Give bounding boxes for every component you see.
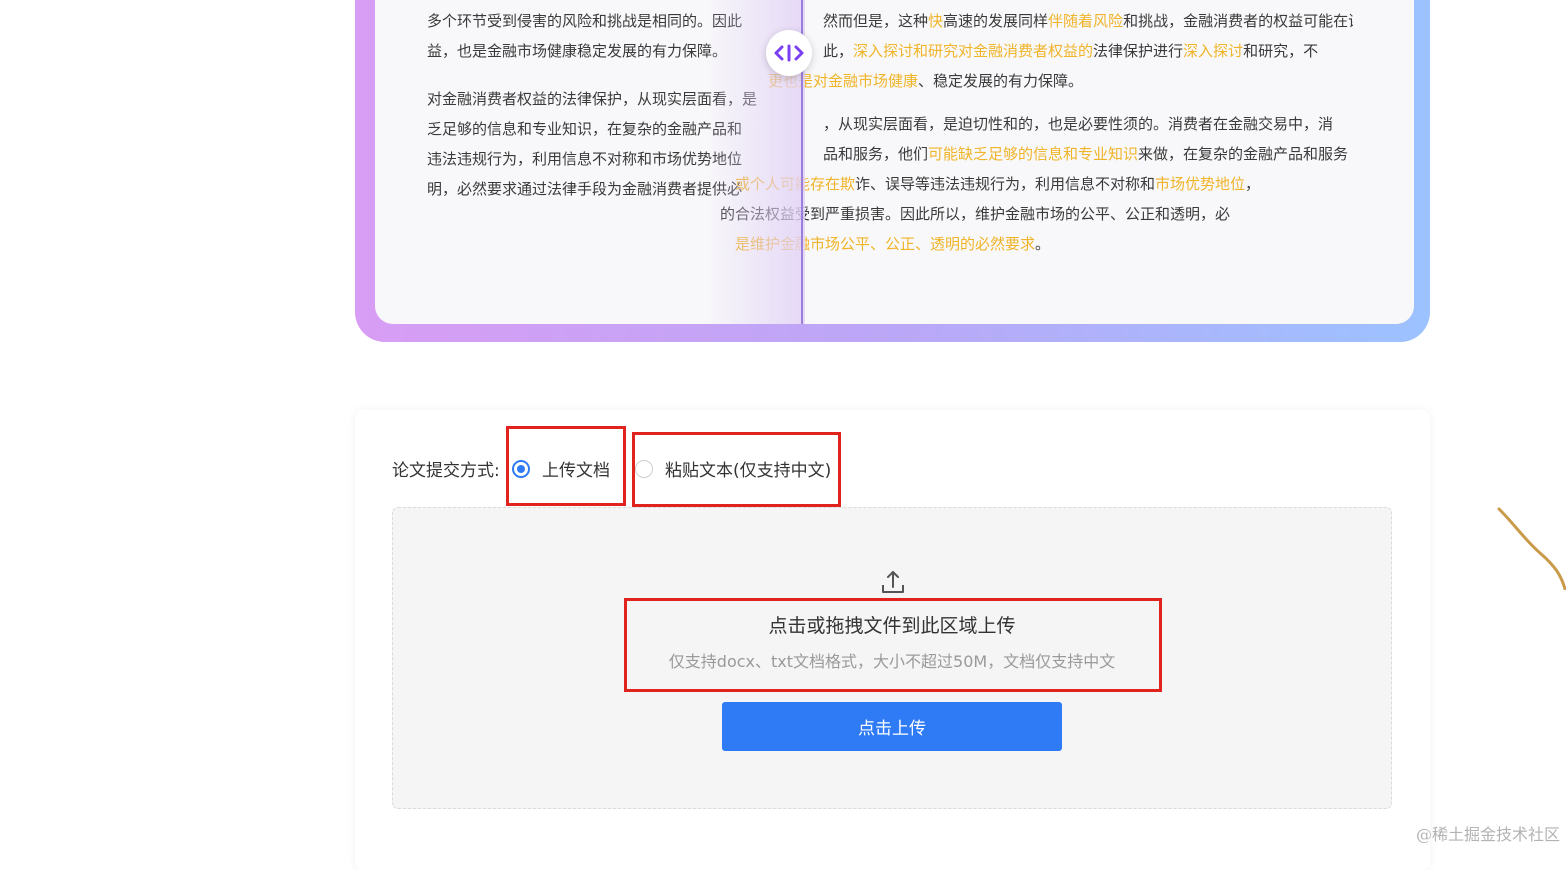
text-segment: 法律保护进行 [1093,42,1184,60]
revised-text-line: 是维护金融市场公平、公正、透明的必然要求。 [735,229,1265,259]
text-segment: 此， [823,42,854,60]
revised-text-line: ，从现实层面看，是迫切性和的，也是必要性须的。消费者在金融交易中，消 [823,109,1353,139]
text-segment: 来做，在复杂的金融产品和服务 [1138,145,1349,163]
drag-arrows-icon [774,44,804,62]
upload-icon [882,571,904,593]
submission-card: 论文提交方式: 上传文档 粘贴文本(仅支持中文) 点击或拖拽文件到此区域上传 仅… [355,410,1430,870]
text-segment: 诈、误导等违法违规行为，利用信息不对称和 [855,175,1156,193]
text-segment: 。 [1035,235,1051,253]
radio-unchecked-icon[interactable] [635,459,653,478]
revised-text-line: 此，深入探讨和研究对金融消费者权益的法律保护进行深入探讨和研究，不 [823,36,1353,66]
highlighted-change: 伴随着风险 [1048,12,1124,30]
highlighted-change: 快 [928,12,944,30]
highlighted-change: 深入探讨和研究对金融消费者权益的 [853,42,1094,60]
revised-text-line: 然而但是，这种快高速的发展同样伴随着风险和挑战，金融消费者的权益可能在诸 [823,6,1353,36]
highlighted-change: 深入探讨 [1183,42,1244,60]
decorative-curve [1497,507,1566,590]
revised-text-line: 更也是对金融市场健康、稳定发展的有力保障。 [768,66,1298,96]
text-segment: ，从现实层面看，是迫切性和的，也是必要性须的。消费者在金融交易中，消 [823,115,1334,133]
revised-text-line: 品和服务，他们可能缺乏足够的信息和专业知识来做，在复杂的金融产品和服务 [823,139,1353,169]
click-upload-button[interactable]: 点击上传 [722,702,1062,751]
comparison-card: 的不断涌现而增加，这对理财消费者来说无疑是多个环节受到侵害的风险和挑战是相同的。… [355,0,1430,342]
radio-upload-document[interactable]: 上传文档 [512,456,610,481]
text-segment: 品和服务，他们 [823,145,929,163]
radio-upload-label: 上传文档 [542,461,610,481]
revised-text-line: 或个人可能存在欺诈、误导等违法违规行为，利用信息不对称和市场优势地位， [735,169,1265,199]
text-segment: 、稳定发展的有力保障。 [918,72,1084,90]
highlighted-change: 可能缺乏足够的信息和专业知识 [928,145,1139,163]
text-segment: 和研究，不 [1243,42,1319,60]
comparison-viewer: 的不断涌现而增加，这对理财消费者来说无疑是多个环节受到侵害的风险和挑战是相同的。… [375,0,1414,324]
dropzone-title: 点击或拖拽文件到此区域上传 [768,615,1016,637]
radio-checked-icon[interactable] [512,459,530,478]
comparison-slider-handle[interactable] [766,30,812,76]
dropzone-hint: 仅支持docx、txt文档格式，大小不超过50M，文档仅支持中文 [668,652,1116,671]
text-segment: 和挑战，金融消费者的权益可能在诸 [1123,12,1353,30]
radio-paste-label: 粘贴文本(仅支持中文) [665,461,832,481]
highlighted-change: 市场优势地位 [1155,175,1246,193]
upload-dropzone[interactable]: 点击或拖拽文件到此区域上传 仅支持docx、txt文档格式，大小不超过50M，文… [392,507,1392,809]
radio-paste-text[interactable]: 粘贴文本(仅支持中文) [635,456,831,481]
text-segment: 然而但是，这种 [823,12,929,30]
text-segment: 高速的发展同样 [943,12,1049,30]
watermark: @稀土掘金技术社区 [1415,825,1560,844]
text-segment: ， [1245,175,1261,193]
submit-mode-label: 论文提交方式: [392,461,500,481]
